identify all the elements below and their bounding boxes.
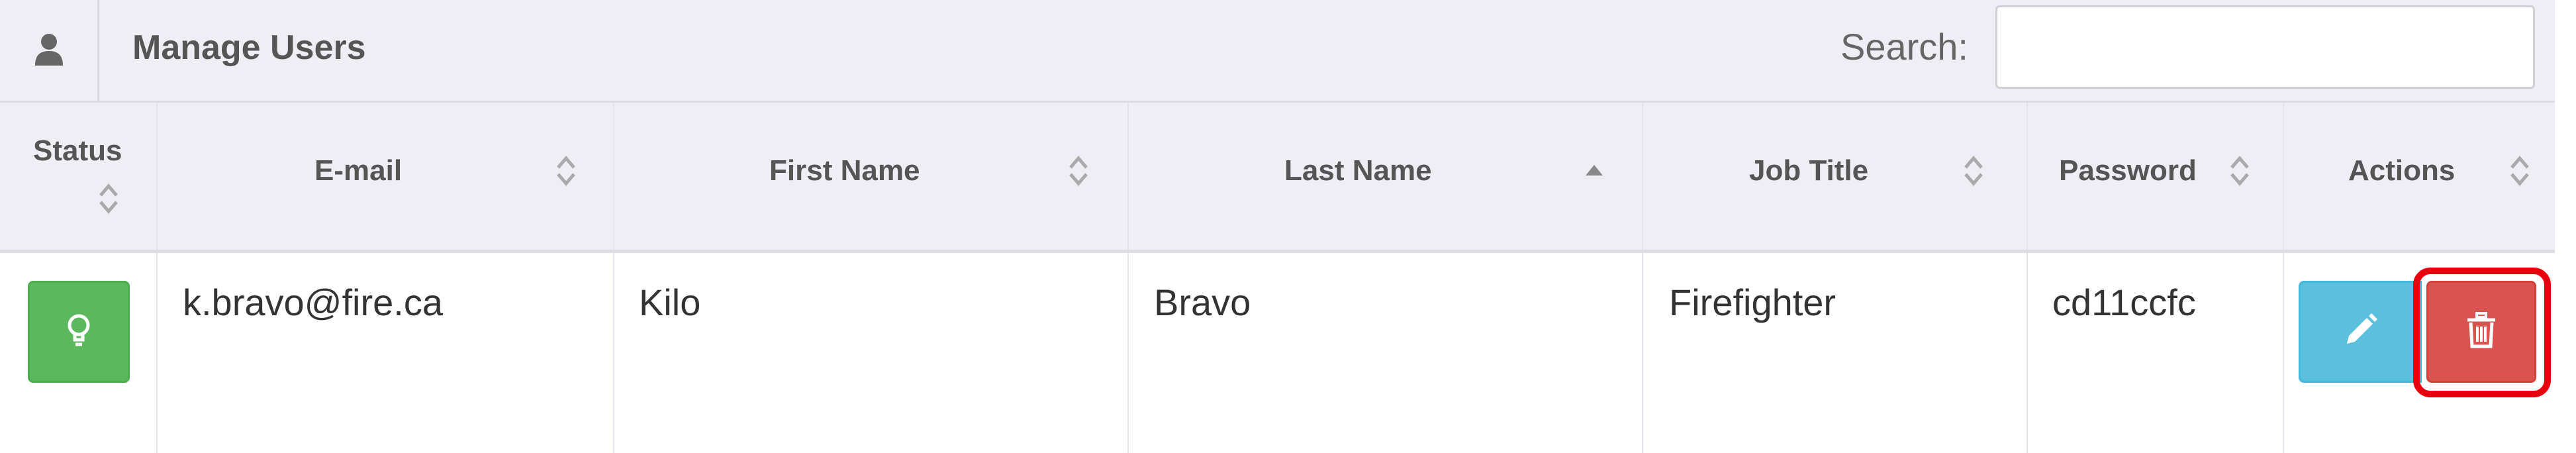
- column-header-first-name[interactable]: First Name: [614, 103, 1129, 250]
- manage-users-panel: Manage Users Search: Status E-mail First…: [0, 0, 2576, 453]
- sort-both-icon: [1964, 154, 1983, 187]
- column-label-actions: Actions: [2348, 154, 2456, 187]
- column-label-password: Password: [2059, 154, 2197, 187]
- password-value: cd11ccfc: [2052, 281, 2196, 323]
- page-title: Manage Users: [132, 28, 366, 67]
- column-header-actions[interactable]: Actions: [2284, 103, 2555, 250]
- sort-both-icon: [556, 154, 576, 187]
- search-input[interactable]: [1995, 5, 2535, 89]
- cell-job-title: Firefighter: [1643, 253, 2028, 453]
- lightbulb-icon: [66, 313, 92, 351]
- sort-both-icon: [99, 182, 119, 215]
- sort-both-icon: [2510, 154, 2530, 187]
- column-label-last-name: Last Name: [1284, 154, 1432, 187]
- sort-both-icon: [2230, 154, 2250, 187]
- column-label-email: E-mail: [314, 154, 403, 187]
- column-header-job-title[interactable]: Job Title: [1643, 103, 2028, 250]
- cell-first-name: Kilo: [614, 253, 1129, 453]
- last-name-value: Bravo: [1154, 281, 1251, 323]
- column-label-job-title: Job Title: [1749, 154, 1869, 187]
- user-icon: [34, 32, 64, 69]
- search-label: Search:: [1840, 26, 1968, 68]
- panel-header: Manage Users Search:: [0, 0, 2555, 103]
- column-header-last-name[interactable]: Last Name: [1129, 103, 1643, 250]
- cell-last-name: Bravo: [1129, 253, 1643, 453]
- trash-icon: [2465, 311, 2498, 352]
- sort-ascending-icon: [1584, 154, 1604, 187]
- column-header-status[interactable]: Status: [0, 103, 158, 250]
- edit-button[interactable]: [2299, 281, 2422, 383]
- column-header-email[interactable]: E-mail: [158, 103, 614, 250]
- status-toggle-button[interactable]: [28, 281, 130, 383]
- pencil-icon: [2340, 311, 2380, 354]
- column-label-first-name: First Name: [769, 154, 920, 187]
- table-header-row: Status E-mail First Name Last Name Job T…: [0, 103, 2555, 253]
- column-label-status: Status: [33, 134, 122, 167]
- table-row: k.bravo@fire.ca Kilo Bravo Firefighter c…: [0, 253, 2555, 453]
- first-name-value: Kilo: [639, 281, 701, 323]
- sort-both-icon: [1069, 154, 1088, 187]
- delete-button[interactable]: [2426, 281, 2536, 383]
- column-header-password[interactable]: Password: [2028, 103, 2284, 250]
- cell-password: cd11ccfc: [2028, 253, 2284, 453]
- email-value: k.bravo@fire.ca: [183, 281, 443, 323]
- job-title-value: Firefighter: [1669, 281, 1837, 323]
- cell-email: k.bravo@fire.ca: [158, 253, 614, 453]
- cell-status: [0, 253, 158, 453]
- header-icon-cell: [0, 0, 99, 101]
